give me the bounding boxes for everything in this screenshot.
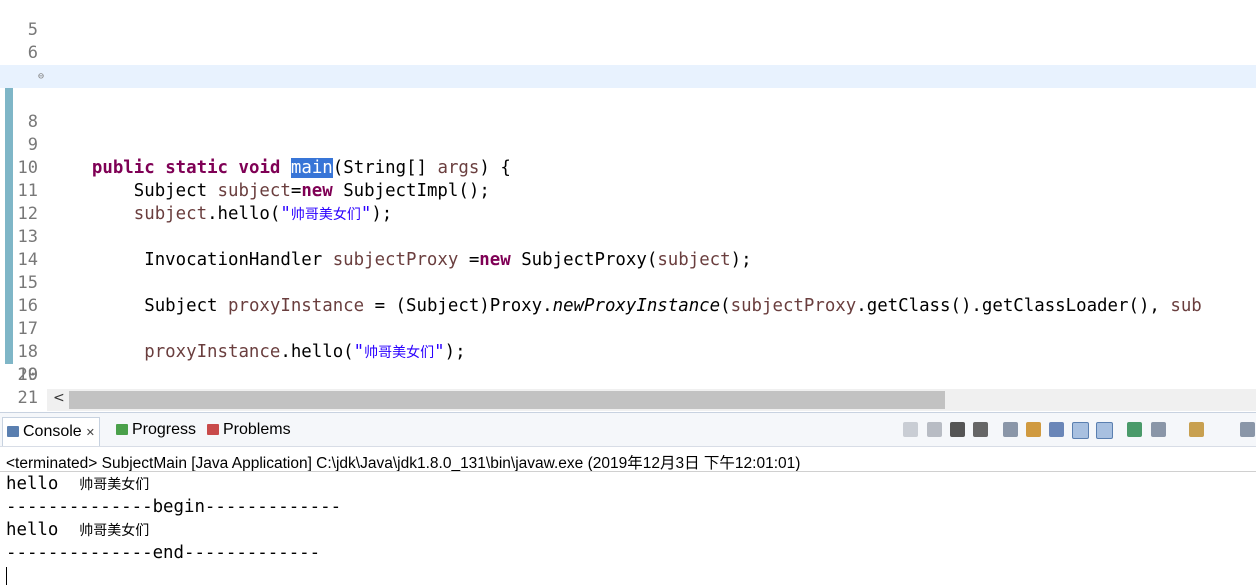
code-line[interactable]: 5 [0, 0, 1256, 40]
show-on-stdout-icon[interactable] [1072, 422, 1089, 439]
tab-console[interactable]: Console ✕ [2, 417, 100, 446]
code-line[interactable]: 11 subject.hello("帅哥美女们"); [0, 134, 1256, 224]
code-line[interactable]: 10 Subject subject=new SubjectImpl(); [0, 111, 1256, 201]
code-editor[interactable]: 5 6 public class SubjectMain { 7 8 ⊖ pub… [0, 0, 1256, 412]
current-code-line[interactable]: 8 ⊖ public static void main(String[] arg… [0, 65, 1256, 178]
pin-icon[interactable] [1127, 422, 1142, 437]
console-output-line: --------------begin------------- [6, 497, 342, 517]
code-line[interactable]: 6 public class SubjectMain { [0, 19, 1256, 86]
remove-all-terminated-icon[interactable] [973, 422, 988, 437]
tab-label: Console [23, 423, 82, 440]
tab-label: Problems [223, 421, 291, 438]
console-icon [7, 426, 19, 438]
minimize-icon[interactable] [1240, 422, 1255, 437]
code-line[interactable]: 16 [0, 249, 1256, 316]
code-line[interactable]: 21 [0, 364, 1256, 408]
console-output-line: --------------end------------- [6, 543, 321, 563]
code-line[interactable]: 7 [0, 42, 1256, 86]
code-line[interactable]: 9 [0, 88, 1256, 155]
tab-label: Progress [132, 421, 197, 438]
divider [0, 471, 1256, 472]
problems-icon [207, 424, 219, 436]
code-line[interactable]: 14 [0, 203, 1256, 270]
show-on-stderr-icon[interactable] [1096, 422, 1113, 439]
scroll-left-icon[interactable]: < [53, 390, 65, 406]
code-line[interactable]: 12 [0, 157, 1256, 224]
tab-problems[interactable]: Problems [207, 418, 291, 442]
text-caret [6, 567, 7, 585]
code-line[interactable]: 18 [0, 295, 1256, 362]
code-line[interactable]: 20 } [0, 341, 1256, 408]
fold-collapse-icon[interactable]: ⊖ [38, 65, 44, 88]
word-wrap-icon[interactable] [1049, 422, 1064, 437]
console-output-line: hello 帅哥美女们 [6, 520, 150, 540]
code-line[interactable]: 15 Subject proxyInstance = (Subject)Prox… [0, 226, 1256, 316]
remove-launch-icon[interactable] [950, 422, 965, 437]
close-icon[interactable]: ✕ [86, 427, 95, 439]
console-output-line: hello 帅哥美女们 [6, 474, 150, 494]
tab-progress[interactable]: Progress [116, 418, 196, 442]
code-line[interactable]: 17 proxyInstance.hello("帅哥美女们"); [0, 272, 1256, 362]
display-console-icon[interactable] [1151, 422, 1166, 437]
console-panel: Console ✕ Progress Problems <terminated> … [0, 412, 1256, 585]
view-tab-bar: Console ✕ Progress Problems [0, 413, 1256, 447]
code-line[interactable]: 13 InvocationHandler subjectProxy =new S… [0, 180, 1256, 270]
terminate-icon[interactable] [927, 422, 942, 437]
horizontal-scrollbar[interactable]: < [47, 389, 1256, 411]
clear-console-icon[interactable] [1003, 422, 1018, 437]
progress-icon [116, 424, 128, 436]
scrollbar-thumb[interactable] [69, 391, 945, 409]
launch-status: <terminated> SubjectMain [Java Applicati… [6, 455, 801, 472]
line-number: 21 [17, 388, 38, 408]
code-line[interactable]: 19 } [0, 318, 1256, 408]
scroll-lock-icon[interactable] [1026, 422, 1041, 437]
open-console-icon[interactable] [1189, 422, 1204, 437]
pin-console-icon[interactable] [903, 422, 918, 437]
